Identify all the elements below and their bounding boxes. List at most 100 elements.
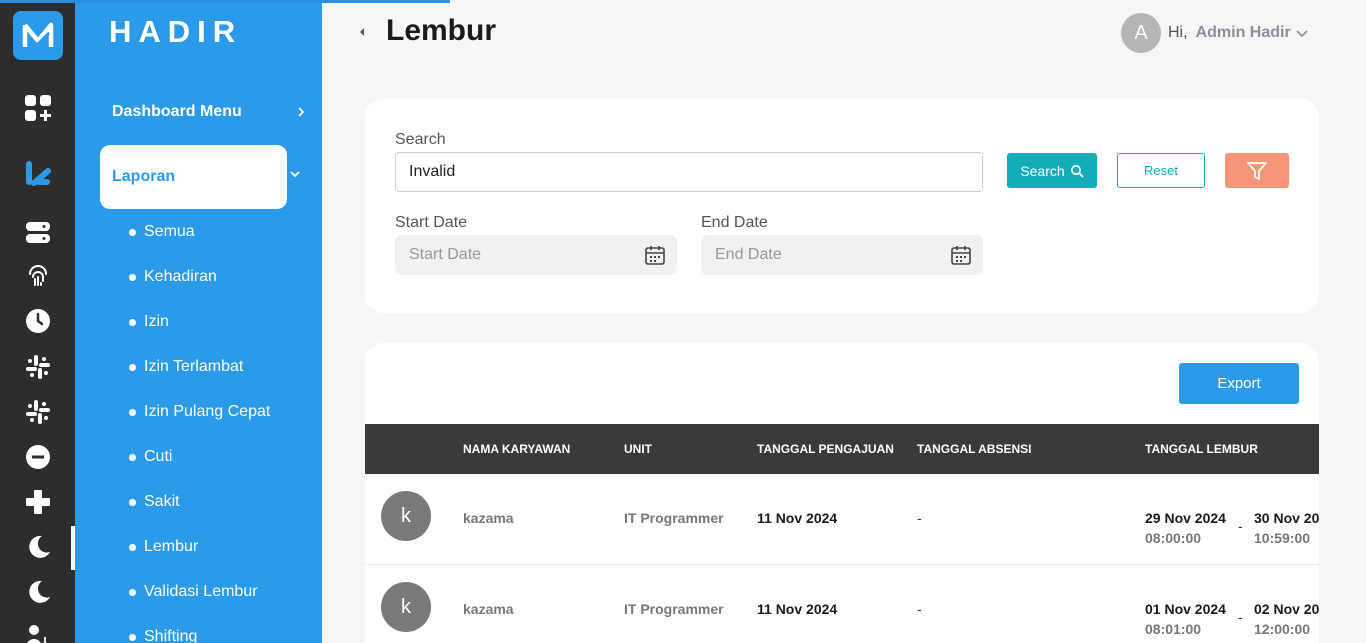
tanggal-absensi-cell: - (917, 601, 922, 617)
grid-plus-icon[interactable] (22, 92, 54, 124)
search-button-label: Search (1020, 162, 1065, 179)
column-header[interactable]: TANGGAL PENGAJUAN (757, 442, 894, 456)
sidebar-subitem-label: Izin Pulang Cepat (144, 403, 271, 420)
bullet-icon (129, 273, 136, 281)
lembur-start-time: 08:00:00 (1145, 530, 1202, 546)
column-header[interactable]: TANGGAL ABSENSI (917, 442, 1031, 456)
filter-card: Search Search Reset Start Date Start Dat… (365, 99, 1319, 313)
sidebar-item-laporan[interactable]: Laporan (100, 145, 287, 209)
sidebar-subitem-izin-terlambat[interactable]: Izin Terlambat (129, 356, 243, 378)
table-header: NAMA KARYAWAN UNIT TANGGAL PENGAJUAN TAN… (365, 424, 1319, 474)
slack-icon[interactable] (22, 396, 54, 428)
logo-icon[interactable] (13, 11, 63, 60)
sidebar-subitem-cuti[interactable]: Cuti (129, 446, 172, 468)
export-button[interactable]: Export (1179, 363, 1299, 404)
user-swap-icon[interactable] (22, 620, 54, 643)
chevron-down-icon[interactable] (288, 167, 302, 181)
tanggal-pengajuan-cell: 11 Nov 2024 (757, 601, 838, 617)
start-date-placeholder: Start Date (409, 246, 482, 263)
sidebar: HADIR Dashboard Menu Laporan Semua Kehad… (75, 0, 322, 643)
minus-circle-icon[interactable] (22, 441, 54, 473)
avatar: A (1121, 13, 1161, 53)
lembur-separator: - (1238, 518, 1243, 534)
bullet-icon (129, 543, 136, 551)
start-date-label: Start Date (395, 214, 468, 231)
column-header[interactable]: NAMA KARYAWAN (463, 442, 570, 456)
sidebar-item-dashboard-menu[interactable]: Dashboard Menu (112, 100, 307, 124)
table-card: Export NAMA KARYAWAN UNIT TANGGAL PENGAJ… (365, 343, 1319, 643)
sidebar-subitem-label: Validasi Lembur (144, 583, 258, 600)
slack-icon[interactable] (22, 351, 54, 383)
calendar-icon[interactable] (644, 244, 666, 266)
search-label: Search (395, 131, 446, 148)
bullet-icon (129, 228, 136, 236)
lembur-start-time: 08:01:00 (1145, 621, 1202, 637)
page-title: Lembur (386, 14, 497, 47)
b-logo-icon[interactable] (22, 157, 54, 189)
lembur-start-date: 29 Nov 2024 (1145, 510, 1226, 526)
user-menu[interactable]: A Hi, Admin Hadir (1121, 13, 1309, 53)
sidebar-subitem-label: Sakit (144, 493, 180, 510)
sidebar-subitem-label: Kehadiran (144, 268, 217, 285)
unit-cell: IT Programmer (624, 601, 724, 617)
employee-name: kazama (463, 601, 514, 617)
filter-icon (1247, 161, 1267, 180)
chevron-right-icon (298, 107, 305, 117)
sidebar-subitem-validasi-lembur[interactable]: Validasi Lembur (129, 581, 258, 603)
reset-button[interactable]: Reset (1117, 153, 1205, 188)
column-header[interactable]: UNIT (624, 442, 652, 456)
bullet-icon (129, 633, 136, 641)
sidebar-subitem-sakit[interactable]: Sakit (129, 491, 180, 513)
tanggal-absensi-cell: - (917, 510, 922, 526)
server-icon[interactable] (22, 217, 54, 249)
lembur-separator: - (1238, 609, 1243, 625)
start-date-field[interactable]: Start Date (395, 235, 677, 275)
moon-icon[interactable] (22, 576, 54, 608)
search-input[interactable] (395, 152, 983, 192)
sidebar-subitem-label: Lembur (144, 538, 199, 555)
icon-rail (0, 0, 75, 643)
bullet-icon (129, 363, 136, 371)
end-date-label: End Date (701, 214, 768, 231)
brand-logo: HADIR (109, 14, 243, 49)
clock-icon[interactable] (22, 305, 54, 337)
loading-progress-bar (0, 0, 450, 3)
search-button[interactable]: Search (1007, 153, 1097, 188)
unit-cell: IT Programmer (624, 510, 724, 526)
table-row[interactable]: k kazama IT Programmer 11 Nov 2024 - 01 … (365, 565, 1319, 643)
chevron-down-icon (1296, 30, 1308, 38)
column-header[interactable]: TANGGAL LEMBUR (1145, 442, 1258, 456)
bullet-icon (129, 318, 136, 326)
greeting-text: Hi, (1168, 24, 1188, 41)
sidebar-subitem-lembur[interactable]: Lembur (129, 536, 198, 558)
calendar-icon[interactable] (950, 244, 972, 266)
sidebar-subitem-izin-pulang-cepat[interactable]: Izin Pulang Cepat (129, 401, 270, 423)
sidebar-subitem-izin[interactable]: Izin (129, 311, 169, 333)
bullet-icon (129, 498, 136, 506)
bullet-icon (129, 588, 136, 596)
sidebar-subitem-semua[interactable]: Semua (129, 221, 195, 243)
avatar: k (381, 491, 431, 541)
sidebar-subitem-label: Shifting (144, 628, 198, 643)
table-row[interactable]: k kazama IT Programmer 11 Nov 2024 - 29 … (365, 474, 1319, 565)
sidebar-subitem-label: Izin Terlambat (144, 358, 244, 375)
lembur-end-time: 12:00:00 (1254, 621, 1311, 637)
moon-icon[interactable] (22, 531, 54, 563)
sidebar-subitem-kehadiran[interactable]: Kehadiran (129, 266, 217, 288)
end-date-placeholder: End Date (715, 246, 782, 263)
fingerprint-icon[interactable] (22, 260, 54, 292)
plus-icon[interactable] (22, 486, 54, 518)
username: Admin Hadir (1195, 24, 1291, 41)
sidebar-subitem-shifting[interactable]: Shifting (129, 626, 197, 643)
sidebar-subitem-label: Semua (144, 223, 195, 240)
lembur-end-date: 02 Nov 2024 (1254, 601, 1319, 617)
filter-button[interactable] (1225, 153, 1289, 188)
lembur-start-date: 01 Nov 2024 (1145, 601, 1226, 617)
employee-name: kazama (463, 510, 514, 526)
tanggal-pengajuan-cell: 11 Nov 2024 (757, 510, 838, 526)
sidebar-subitem-label: Izin (144, 313, 169, 330)
avatar: k (381, 582, 431, 632)
end-date-field[interactable]: End Date (701, 235, 983, 275)
bullet-icon (129, 453, 136, 461)
collapse-sidebar-icon[interactable] (358, 26, 366, 38)
